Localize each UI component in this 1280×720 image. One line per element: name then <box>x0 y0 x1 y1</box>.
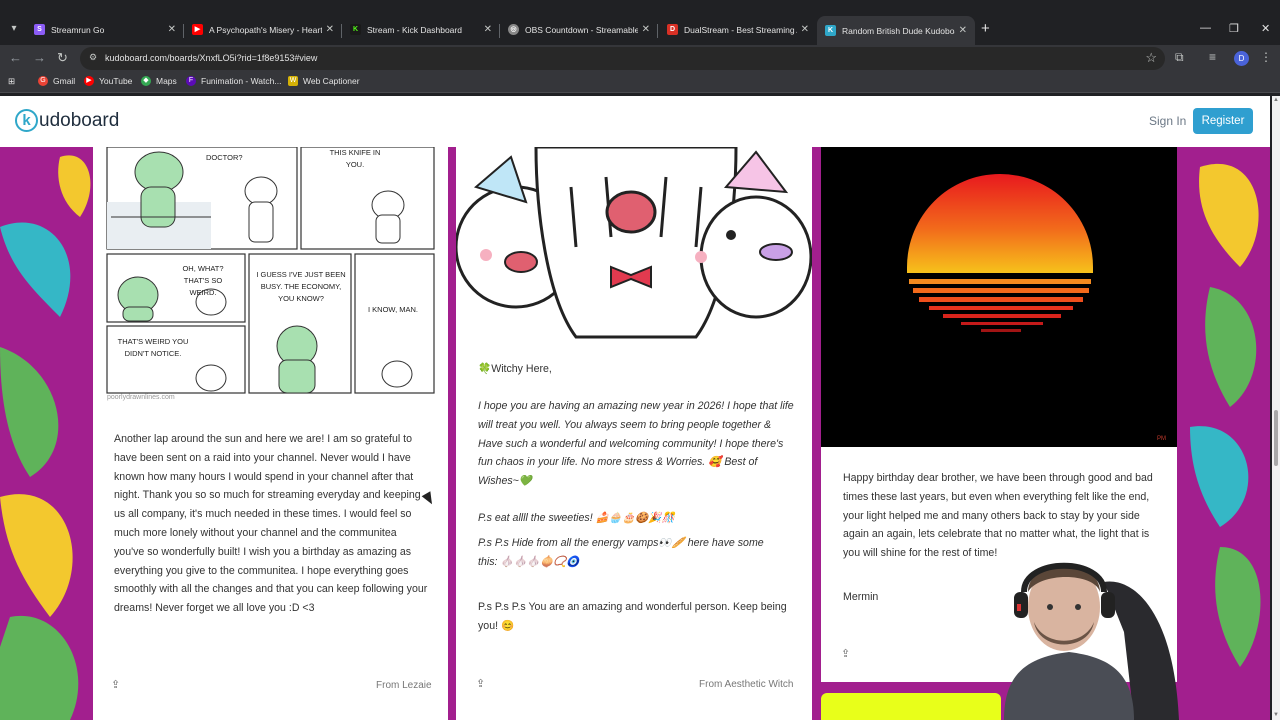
close-tab-icon[interactable]: ✕ <box>959 25 967 36</box>
sunset-pixel-art-image: PM <box>821 147 1177 447</box>
comic-caption: I KNOW, MAN. <box>367 305 418 314</box>
web-captioner-icon: W <box>288 76 298 86</box>
tab-kick-dashboard[interactable]: K Stream - Kick Dashboard ✕ <box>342 18 500 41</box>
tab-title: Streamrun Go <box>51 24 105 35</box>
youtube-icon: ▶ <box>84 76 94 86</box>
bookmark-label: Maps <box>156 76 177 86</box>
streamer-webcam-overlay <box>1004 562 1179 720</box>
maps-pin-icon: ◆ <box>141 76 151 86</box>
url-text[interactable]: kudoboard.com/boards/XnxfLO5i?rid=1f8e91… <box>105 53 317 63</box>
browser-tab-strip: ▾ S Streamrun Go ✕ ▶ A Psychopath's Mise… <box>0 0 1280 45</box>
address-bar[interactable]: ⚙ kudoboard.com/boards/XnxfLO5i?rid=1f8e… <box>80 47 1165 70</box>
close-tab-icon[interactable]: ✕ <box>168 24 176 35</box>
profile-avatar[interactable]: D <box>1234 51 1249 66</box>
scroll-down-arrow-icon[interactable]: ▼ <box>1272 712 1280 718</box>
bookmark-label: Funimation - Watch... <box>201 76 282 86</box>
apps-grid-icon[interactable]: ⊞ <box>8 76 15 87</box>
close-tab-icon[interactable]: ✕ <box>642 24 650 35</box>
close-tab-icon[interactable]: ✕ <box>801 24 809 35</box>
comic-caption: THIS KNIFE IN YOU. <box>329 148 381 169</box>
bookmark-maps[interactable]: ◆ Maps <box>141 76 177 86</box>
post-message: Happy birthday dear brother, we have bee… <box>843 472 1153 560</box>
bookmark-label: Web Captioner <box>303 76 360 86</box>
share-icon[interactable]: ⇪ <box>841 647 850 660</box>
logo-text: udoboard <box>39 109 120 131</box>
kudoboard-favicon-icon: K <box>825 25 836 36</box>
tab-title: DualStream - Best Streaming Ap <box>684 24 797 35</box>
bookmark-funimation[interactable]: F Funimation - Watch... <box>186 76 281 86</box>
reload-icon[interactable]: ↻ <box>57 50 68 66</box>
comic-caption: THAT'S WEIRD YOU DIDN'T NOTICE. <box>117 337 189 358</box>
left-leaves-decoration <box>0 155 91 720</box>
page-scrollbar-thumb[interactable] <box>1274 410 1278 466</box>
post-author: From Aesthetic Witch <box>699 679 794 690</box>
bookmark-youtube[interactable]: ▶ YouTube <box>84 76 132 86</box>
forward-arrow-icon[interactable]: → <box>33 50 46 65</box>
bookmarks-bar: ⊞ G Gmail ▶ YouTube ◆ Maps F Funimation … <box>0 71 1280 93</box>
post-card-lezaie: DOCTOR? THIS KNIFE IN YOU. OH, WHAT? THA… <box>93 147 448 720</box>
tab-divider <box>657 24 658 38</box>
tab-youtube-video[interactable]: ▶ A Psychopath's Misery - Heartless ✕ <box>184 18 342 41</box>
kudoboard-logo[interactable]: k udoboard <box>15 109 119 132</box>
share-icon[interactable]: ⇪ <box>476 677 485 690</box>
next-post-card-peek <box>821 693 1001 720</box>
comic-caption: OH, WHAT? THAT'S SO WEIRD. <box>182 264 224 297</box>
tab-streamrun[interactable]: S Streamrun Go ✕ <box>26 18 184 41</box>
browser-toolbar: ← → ↻ ⚙ kudoboard.com/boards/XnxfLO5i?ri… <box>0 45 1280 71</box>
back-arrow-icon[interactable]: ← <box>9 50 22 65</box>
kick-favicon-icon: K <box>350 24 361 35</box>
post-card-aesthetic-witch: 🍀Witchy Here, I hope you are having an a… <box>456 147 812 720</box>
sign-in-link[interactable]: Sign In <box>1149 114 1186 128</box>
party-cats-image <box>456 147 812 339</box>
tab-search-icon[interactable]: ▾ <box>6 21 22 37</box>
post-message: Another lap around the sun and here we a… <box>114 433 428 615</box>
bookmark-web-captioner[interactable]: W Web Captioner <box>288 76 360 86</box>
bookmark-label: Gmail <box>53 76 76 86</box>
scroll-up-arrow-icon[interactable]: ▲ <box>1272 97 1280 103</box>
youtube-favicon-icon: ▶ <box>192 24 203 35</box>
dualstream-favicon-icon: D <box>667 24 678 35</box>
site-header: k udoboard Sign In Register <box>0 96 1270 147</box>
minimize-icon[interactable]: — <box>1200 22 1211 34</box>
bookmark-gmail[interactable]: G Gmail <box>38 76 75 86</box>
media-controls-icon[interactable]: ≡ <box>1209 50 1216 64</box>
logo-letter: k <box>15 109 38 132</box>
comic-caption: DOCTOR? <box>206 153 243 162</box>
post-paragraph-4: P.s P.s P.s You are an amazing and wonde… <box>478 601 787 632</box>
new-tab-plus-icon[interactable]: + <box>981 21 990 37</box>
post-greeting: 🍀Witchy Here, <box>478 363 552 375</box>
tab-obs-countdown[interactable]: ◎ OBS Countdown - Streamable C ✕ <box>500 18 658 41</box>
tab-title: OBS Countdown - Streamable C <box>525 24 638 35</box>
post-paragraph-2: P.s eat allll the sweeties! 🍰🧁🎂🍪🎉🎊 <box>478 512 675 524</box>
restore-window-icon[interactable]: ❐ <box>1229 22 1239 35</box>
close-window-icon[interactable]: ✕ <box>1261 22 1270 35</box>
post-author: From Lezaie <box>376 680 432 691</box>
funimation-icon: F <box>186 76 196 86</box>
obs-favicon-icon: ◎ <box>508 24 519 35</box>
page-scrollbar-track[interactable] <box>1272 96 1280 720</box>
extensions-puzzle-icon[interactable]: ⧉ <box>1175 50 1184 65</box>
tab-title: Stream - Kick Dashboard <box>367 24 462 35</box>
close-tab-icon[interactable]: ✕ <box>326 24 334 35</box>
menu-kebab-icon[interactable]: ⋮ <box>1260 50 1272 64</box>
sunset-watermark: PM <box>1157 436 1166 442</box>
bookmark-star-icon[interactable]: ☆ <box>1145 50 1157 66</box>
comic-caption: I GUESS I'VE JUST BEEN BUSY. THE ECONOMY… <box>256 270 346 303</box>
bookmark-label: YouTube <box>99 76 133 86</box>
streamrun-favicon-icon: S <box>34 24 45 35</box>
gmail-icon: G <box>38 76 48 86</box>
site-info-icon[interactable]: ⚙ <box>89 52 99 64</box>
close-tab-icon[interactable]: ✕ <box>484 24 492 35</box>
post-paragraph-1: I hope you are having an amazing new yea… <box>478 400 794 488</box>
share-icon[interactable]: ⇪ <box>111 678 120 691</box>
comic-credit: poorlydrawnlines.com <box>107 394 175 401</box>
register-button[interactable]: Register <box>1193 108 1253 134</box>
right-leaves-decoration <box>1190 163 1261 667</box>
tab-title: Random British Dude Kudoboard <box>842 25 955 36</box>
tab-kudoboard-active[interactable]: K Random British Dude Kudoboard ✕ <box>817 16 975 45</box>
post-paragraph-3: P.s P.s Hide from all the energy vamps👀🥖… <box>478 537 764 568</box>
tab-title: A Psychopath's Misery - Heartless <box>209 24 322 35</box>
tab-dualstream[interactable]: D DualStream - Best Streaming Ap ✕ <box>659 18 817 41</box>
